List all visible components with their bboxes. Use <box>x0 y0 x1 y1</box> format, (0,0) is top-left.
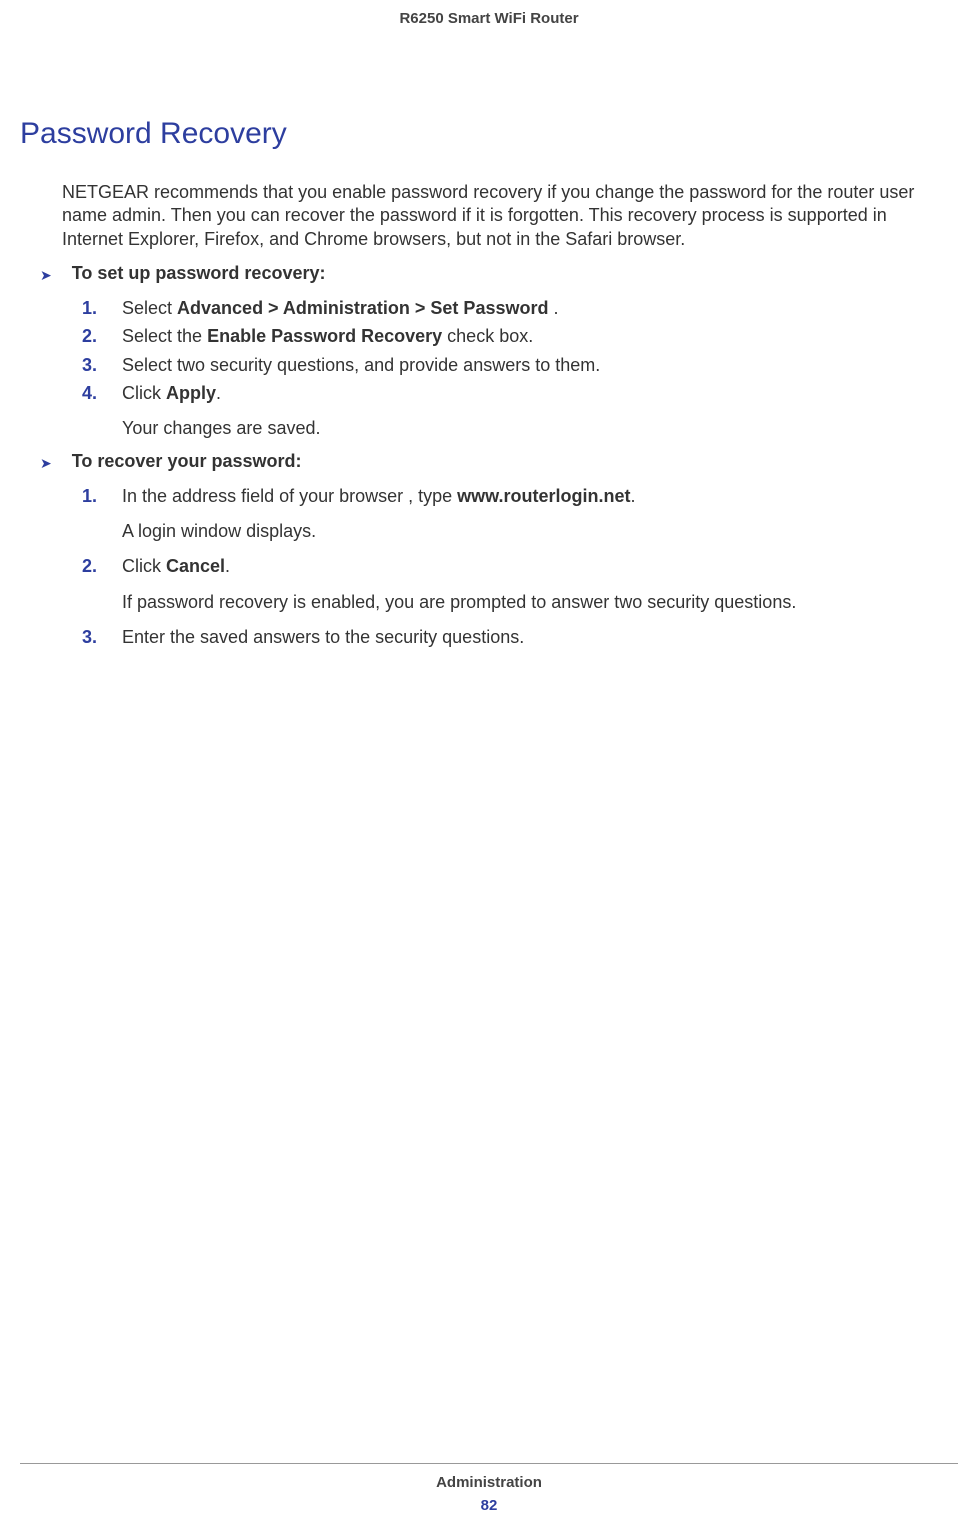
step-content: Select Advanced > Administration > Set P… <box>122 296 938 321</box>
step-list-recover: 1. In the address field of your browser … <box>82 484 938 509</box>
page-header: R6250 Smart WiFi Router <box>0 0 978 27</box>
procedure-title: To recover your password: <box>72 451 302 472</box>
list-item: 2. Click Cancel. <box>82 554 938 579</box>
step-number: 2. <box>82 324 112 349</box>
step-content: Select two security questions, and provi… <box>122 353 938 378</box>
footer-divider <box>20 1463 958 1464</box>
intro-paragraph: NETGEAR recommends that you enable passw… <box>62 181 938 251</box>
bold-path: Advanced > Administration > Set Password <box>177 298 548 318</box>
arrow-right-icon: ➤ <box>40 455 52 472</box>
step-number: 3. <box>82 625 112 650</box>
text: . <box>225 556 230 576</box>
step-number: 4. <box>82 381 112 406</box>
procedure-heading-setup: ➤ To set up password recovery: <box>20 263 938 284</box>
list-item: 3. Enter the saved answers to the securi… <box>82 625 938 650</box>
step-content: Select the Enable Password Recovery chec… <box>122 324 938 349</box>
text: check box. <box>442 326 533 346</box>
step-number: 1. <box>82 296 112 321</box>
step-list-recover-end: 3. Enter the saved answers to the securi… <box>82 625 938 650</box>
step-content: Click Cancel. <box>122 554 938 579</box>
arrow-right-icon: ➤ <box>40 267 52 284</box>
step-result: Your changes are saved. <box>122 416 938 441</box>
list-item: 2. Select the Enable Password Recovery c… <box>82 324 938 349</box>
text: Click <box>122 556 166 576</box>
footer-section-name: Administration <box>0 1474 978 1491</box>
text: . <box>216 383 221 403</box>
procedure-heading-recover: ➤ To recover your password: <box>20 451 938 472</box>
list-item: 1. Select Advanced > Administration > Se… <box>82 296 938 321</box>
step-content: In the address field of your browser , t… <box>122 484 938 509</box>
text: . <box>631 486 636 506</box>
bold-button: Cancel <box>166 556 225 576</box>
step-list-setup: 1. Select Advanced > Administration > Se… <box>82 296 938 406</box>
text: Click <box>122 383 166 403</box>
content-area: Password Recovery NETGEAR recommends tha… <box>0 117 978 650</box>
text: Select the <box>122 326 207 346</box>
step-number: 3. <box>82 353 112 378</box>
list-item: 1. In the address field of your browser … <box>82 484 938 509</box>
step-content: Click Apply. <box>122 381 938 406</box>
step-number: 2. <box>82 554 112 579</box>
step-result: If password recovery is enabled, you are… <box>122 590 938 615</box>
procedure-title: To set up password recovery: <box>72 263 326 284</box>
bold-option: Enable Password Recovery <box>207 326 442 346</box>
bold-url: www.routerlogin.net <box>457 486 630 506</box>
section-title: Password Recovery <box>20 117 938 151</box>
footer-page-number: 82 <box>0 1497 978 1514</box>
text: Select <box>122 298 177 318</box>
list-item: 3. Select two security questions, and pr… <box>82 353 938 378</box>
page-footer: Administration 82 <box>0 1463 978 1514</box>
text: . <box>548 298 558 318</box>
text: In the address field of your browser , t… <box>122 486 457 506</box>
step-list-recover-cont: 2. Click Cancel. <box>82 554 938 579</box>
step-result: A login window displays. <box>122 519 938 544</box>
list-item: 4. Click Apply. <box>82 381 938 406</box>
step-content: Enter the saved answers to the security … <box>122 625 938 650</box>
bold-button: Apply <box>166 383 216 403</box>
step-number: 1. <box>82 484 112 509</box>
